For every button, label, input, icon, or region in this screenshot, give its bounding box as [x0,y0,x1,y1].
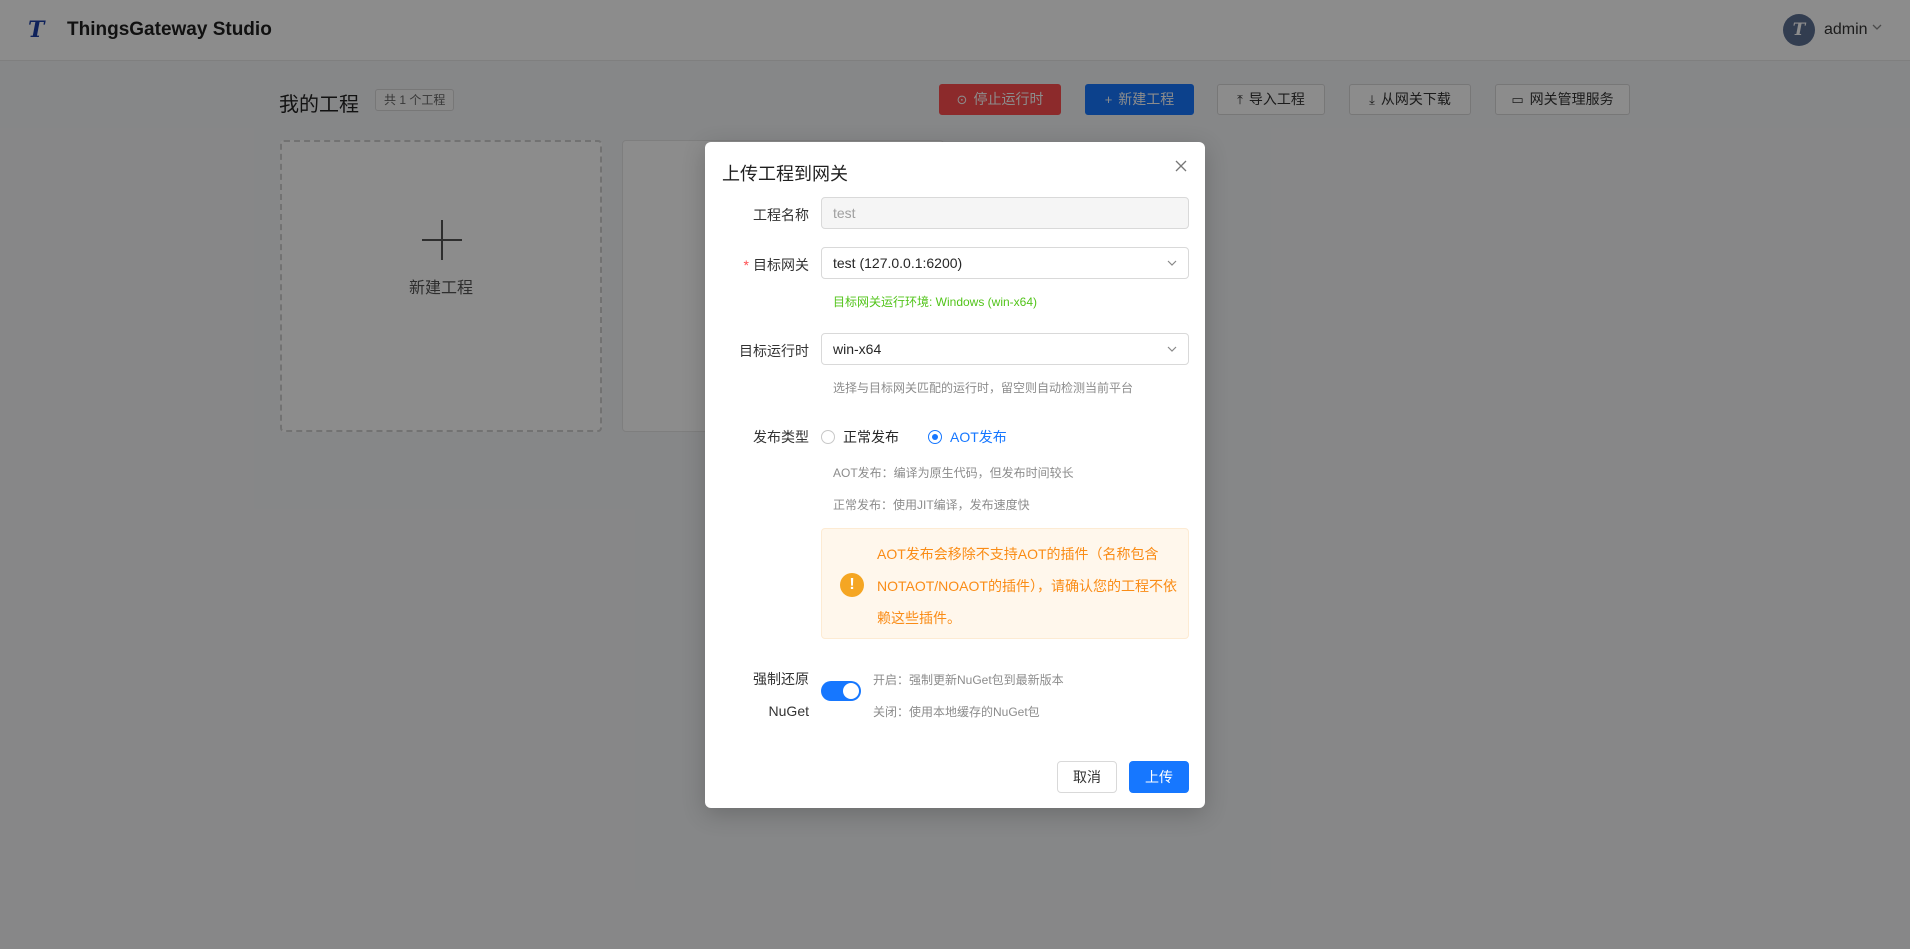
exclamation-icon: ! [840,573,864,597]
target-gateway-value: test (127.0.0.1:6200) [833,255,963,271]
required-mark: * [743,257,749,273]
force-restore-off-hint: 关闭：使用本地缓存的NuGet包 [873,705,1040,719]
target-runtime-hint: 选择与目标网关匹配的运行时，留空则自动检测当前平台 [833,381,1134,395]
force-restore-label-line1: 强制还原 [753,671,809,687]
project-name-field: test [821,197,1189,229]
radio-normal-label: 正常发布 [843,429,899,445]
aot-warning-alert: ! AOT发布会移除不支持AOT的插件（名称包含NOTAOT/NOAOT的插件）… [821,528,1189,639]
target-gateway-label: * 目标网关 [744,255,809,275]
dialog-title: 上传工程到网关 [722,164,848,184]
upload-button[interactable]: 上传 [1129,761,1189,793]
chevron-down-icon [1167,346,1177,352]
radio-circle-icon [821,430,835,444]
force-restore-label-line2: NuGet [768,703,809,719]
project-name-label: 工程名称 [753,207,809,223]
target-runtime-value: win-x64 [833,341,882,357]
gateway-env-hint: 目标网关运行环境: Windows (win-x64) [833,295,1038,309]
aot-warning-text: AOT发布会移除不支持AOT的插件（名称包含NOTAOT/NOAOT的插件），请… [877,546,1177,626]
chevron-down-icon [1167,260,1177,266]
cancel-button[interactable]: 取消 [1057,761,1117,793]
force-restore-toggle[interactable] [821,681,861,701]
radio-aot-label: AOT发布 [950,429,1007,445]
target-gateway-label-text: 目标网关 [753,257,809,273]
normal-publish-hint: 正常发布：使用JIT编译，发布速度快 [833,498,1030,512]
target-runtime-label: 目标运行时 [739,343,809,359]
close-icon[interactable] [1173,158,1189,174]
radio-normal-publish[interactable]: 正常发布 [821,427,899,447]
radio-aot-publish[interactable]: AOT发布 [928,427,1007,447]
aot-publish-hint: AOT发布：编译为原生代码，但发布时间较长 [833,466,1074,480]
force-restore-label: 强制还原 NuGet [705,663,809,727]
toggle-knob [843,683,859,699]
target-gateway-select[interactable]: test (127.0.0.1:6200) [821,247,1189,279]
upload-project-dialog: 上传工程到网关 工程名称 test * 目标网关 test (127.0.0.1:… [705,142,1205,808]
radio-checked-icon [928,430,942,444]
force-restore-on-hint: 开启：强制更新NuGet包到最新版本 [873,673,1064,687]
publish-type-label: 发布类型 [753,429,809,445]
target-runtime-select[interactable]: win-x64 [821,333,1189,365]
